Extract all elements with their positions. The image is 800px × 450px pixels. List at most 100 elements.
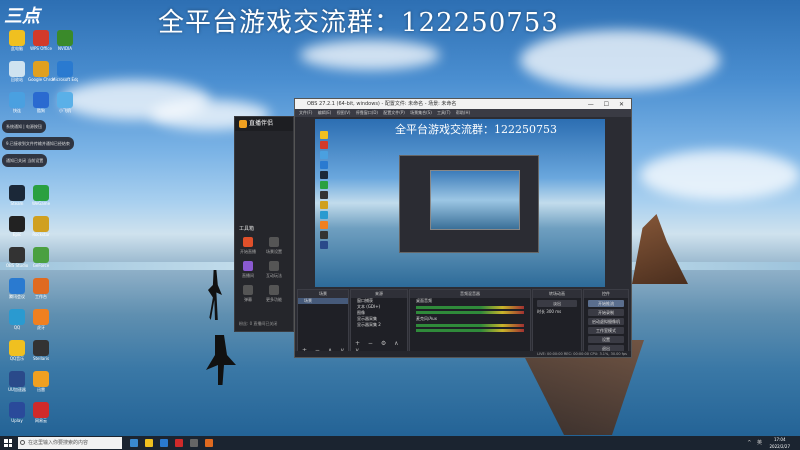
menu-view[interactable]: 视图(V) — [337, 110, 351, 115]
sidepanel-item-more[interactable]: 更多功能 — [265, 285, 283, 303]
system-tray[interactable]: ^ 英 — [747, 439, 764, 446]
desktop-icon-label: WPS Office — [30, 46, 52, 51]
app-icon — [57, 30, 73, 46]
person-silhouette — [208, 270, 222, 320]
desktop-icon-label: 酷狗 — [37, 108, 45, 113]
section-title: 工具箱 — [239, 226, 255, 232]
desktop-icon[interactable]: 小飞机 — [52, 92, 78, 113]
start-recording-button[interactable]: 开始录制 — [588, 309, 624, 316]
desktop-icon[interactable]: QQ音乐 — [4, 340, 30, 361]
desktop-icon[interactable]: Epic — [4, 216, 30, 237]
desktop-icon-label: WeGame — [31, 201, 51, 206]
app-icon — [57, 92, 73, 108]
notification-toast[interactable]: 通知已关闭 当前设置 — [2, 154, 48, 167]
scene-item[interactable]: 场景 — [298, 298, 348, 304]
scenes-dock: 场景 场景 + − ∧ ∨ — [297, 289, 349, 357]
virtual-camera-button[interactable]: 启动虚拟摄像机 — [588, 318, 624, 325]
desktop-icon[interactable]: Microsoft Edge — [52, 61, 78, 82]
volume-meter[interactable] — [416, 306, 524, 309]
menu-edit[interactable]: 编辑(E) — [318, 110, 332, 115]
taskbar-search-input[interactable]: 在这里输入你要搜索的内容 — [18, 437, 122, 449]
desktop-icon-label: Google Chrome — [28, 77, 54, 82]
sidepanel-item-danmaku[interactable]: 弹幕 — [239, 285, 257, 303]
desktop-icon[interactable]: 网易云 — [28, 402, 54, 423]
settings-button[interactable]: 设置 — [588, 336, 624, 343]
app-icon — [57, 61, 73, 77]
obs-preview[interactable]: 全平台游戏交流群：122250753 — [315, 119, 605, 287]
volume-meter[interactable] — [416, 311, 524, 314]
desktop-icon[interactable]: NVIDIA — [52, 30, 78, 51]
sources-dock: 来源 窗口捕获 文本 (GDI+) 图像 显示器采集 显示器采集 2 + − ⚙… — [350, 289, 408, 357]
taskbar-clock[interactable]: 17:04 2022/2/27 — [769, 436, 790, 450]
transition-select[interactable]: 淡出 — [537, 300, 577, 307]
desktop-icon-label: 此电脑 — [11, 46, 23, 51]
desktop-icon[interactable]: GeForce — [28, 247, 54, 268]
desktop-icon[interactable]: OBS Studio — [4, 247, 30, 268]
app-icon — [9, 216, 25, 232]
taskbar-app-icon[interactable] — [190, 439, 198, 447]
windows-start-icon[interactable] — [4, 439, 12, 447]
menu-profile[interactable]: 配置文件(P) — [383, 110, 405, 115]
taskbar-app-icon[interactable] — [175, 439, 183, 447]
desktop-icon[interactable]: 工作台 — [28, 278, 54, 299]
source-item[interactable]: 显示器采集 2 — [351, 322, 407, 328]
menu-scene-collection[interactable]: 场景集合(S) — [410, 110, 432, 115]
desktop-icon-label: Stellaris — [32, 356, 50, 361]
sidepanel-item-interact[interactable]: 互动玩法 — [265, 261, 283, 279]
app-icon — [33, 92, 49, 108]
desktop-icon[interactable]: QQ — [4, 309, 30, 330]
notification-toast[interactable]: 系统通知 | 电源按钮 — [2, 120, 46, 133]
taskbar-app-icon[interactable] — [205, 439, 213, 447]
preview-banner: 全平台游戏交流群：122250753 — [395, 123, 557, 136]
duration-input[interactable]: 300 ms — [546, 309, 561, 314]
menu-file[interactable]: 文件(F) — [299, 110, 312, 115]
desktop-icon[interactable]: Steam — [4, 185, 30, 206]
volume-meter[interactable] — [416, 329, 524, 332]
notification-toast[interactable]: 9.已接收到文件传输并通知已经结束 — [2, 137, 74, 150]
desktop-icon-label: 小飞机 — [59, 108, 71, 113]
sidepanel-item-start[interactable]: 开始直播 — [239, 237, 257, 255]
desktop-icon-label: GeForce — [32, 263, 50, 268]
menu-docks[interactable]: 停靠窗口(D) — [356, 110, 378, 115]
desktop-icon[interactable]: 迅雷 — [28, 371, 54, 392]
desktop-icon[interactable]: 虎牙 — [28, 309, 54, 330]
sidepanel-item-room[interactable]: 直播间 — [239, 261, 257, 279]
scene-icon — [269, 237, 279, 247]
desktop-icon-label: Microsoft Edge — [52, 77, 78, 82]
obs-window: OBS 27.2.1 (64-bit, windows) - 配置文件: 未命名… — [294, 98, 632, 358]
taskbar-app-icon[interactable] — [160, 439, 168, 447]
desktop-icon[interactable]: 回收站 — [4, 61, 30, 82]
taskbar-app-icon[interactable] — [130, 439, 138, 447]
more-icon — [269, 285, 279, 295]
sidepanel-item-scene[interactable]: 场景设置 — [265, 237, 283, 255]
desktop-icon[interactable]: Google Chrome — [28, 61, 54, 82]
desktop-icon[interactable]: 酷狗 — [28, 92, 54, 113]
app-icon — [33, 309, 49, 325]
obs-titlebar: OBS 27.2.1 (64-bit, windows) - 配置文件: 未命名… — [295, 99, 631, 109]
desktop-icon[interactable]: Stellaris — [28, 340, 54, 361]
panel-title: 直播伴侣 — [249, 120, 274, 127]
menu-help[interactable]: 帮助(H) — [456, 110, 470, 115]
desktop-icon-label: 网易云 — [35, 418, 47, 423]
desktop-icon-label: Steam — [10, 201, 24, 206]
volume-meter[interactable] — [416, 324, 524, 327]
window-controls[interactable]: — ☐ ✕ — [588, 100, 628, 110]
desktop-icon-label: 工作台 — [35, 294, 47, 299]
app-icon — [33, 30, 49, 46]
desktop-icon[interactable]: 腾讯会议 — [4, 278, 30, 299]
desktop-icon[interactable]: Uplay — [4, 402, 30, 423]
desktop-icon-label: OBS Studio — [5, 263, 29, 268]
menu-tools[interactable]: 工具(T) — [437, 110, 451, 115]
taskbar-app-icon[interactable] — [145, 439, 153, 447]
desktop-icon[interactable]: UU加速器 — [4, 371, 30, 392]
desktop-icon[interactable]: 此电脑 — [4, 30, 30, 51]
desktop-icon[interactable]: Rockstar — [28, 216, 54, 237]
desktop-icon[interactable]: WeGame — [28, 185, 54, 206]
controls-dock: 控件 开始推流 开始录制 启动虚拟摄像机 工作室模式 设置 退出 — [583, 289, 629, 357]
group-banner: 全平台游戏交流群：122250753 — [158, 8, 559, 38]
studio-mode-button[interactable]: 工作室模式 — [588, 327, 624, 334]
start-streaming-button[interactable]: 开始推流 — [588, 300, 624, 307]
desktop-icon[interactable]: WPS Office — [28, 30, 54, 51]
desktop-icon[interactable]: 快连 — [4, 92, 30, 113]
app-icon — [9, 247, 25, 263]
